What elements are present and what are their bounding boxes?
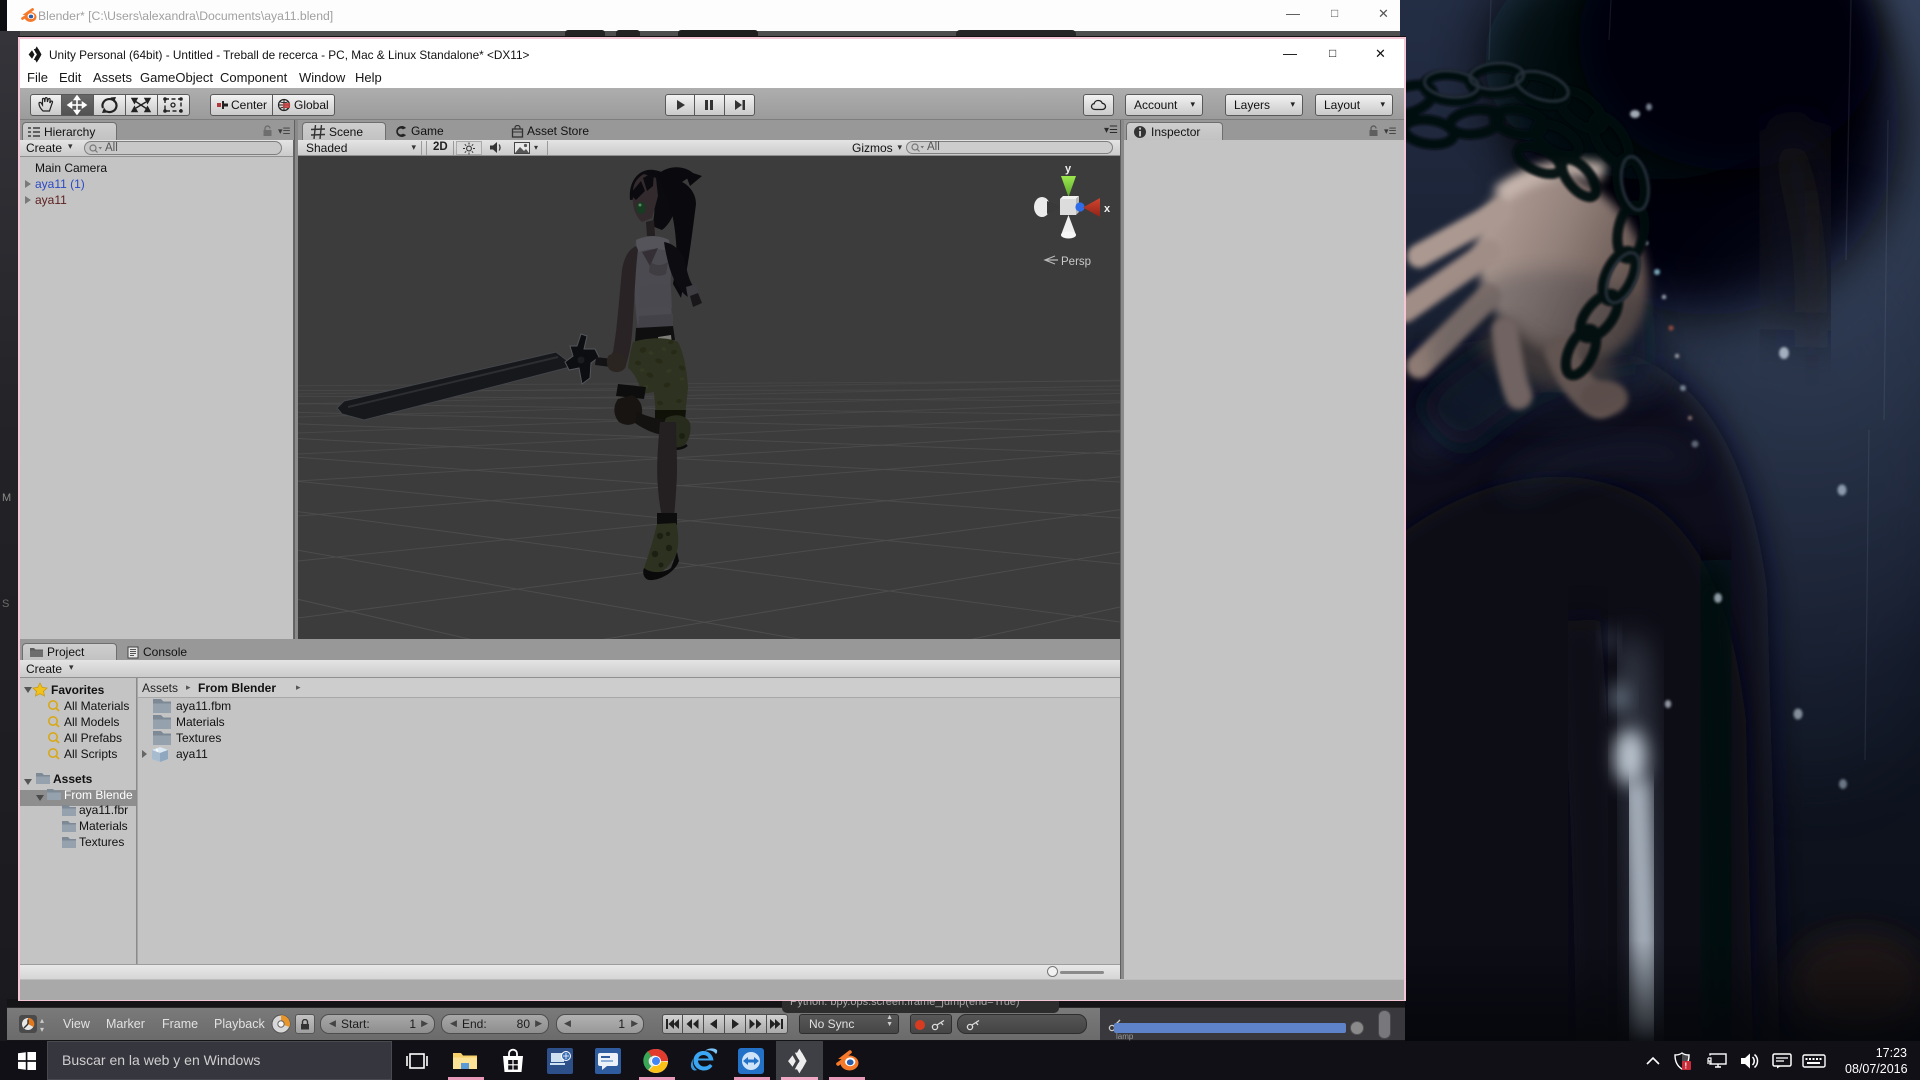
svg-text:Textures: Textures — [176, 731, 221, 745]
svg-text:aya11.fbm: aya11.fbm — [176, 699, 231, 713]
svg-text:From Blende: From Blende — [64, 788, 133, 802]
svg-text:All Prefabs: All Prefabs — [64, 731, 122, 745]
svg-text:y: y — [1065, 163, 1072, 175]
svg-text:Textures: Textures — [79, 835, 124, 849]
svg-text:Materials: Materials — [79, 819, 128, 833]
svg-text:Favorites: Favorites — [51, 683, 105, 697]
svg-text:All Models: All Models — [64, 715, 119, 729]
svg-text:aya11: aya11 — [176, 747, 208, 761]
svg-text:x: x — [1104, 203, 1111, 215]
svg-text:Persp: Persp — [1061, 256, 1091, 268]
svg-text:Assets: Assets — [53, 772, 93, 786]
svg-text:All Scripts: All Scripts — [64, 747, 117, 761]
svg-text:All Materials: All Materials — [64, 699, 129, 713]
svg-text:aya11.fbr: aya11.fbr — [79, 803, 128, 817]
svg-text:!: ! — [1685, 1062, 1688, 1071]
svg-text:Materials: Materials — [176, 715, 225, 729]
